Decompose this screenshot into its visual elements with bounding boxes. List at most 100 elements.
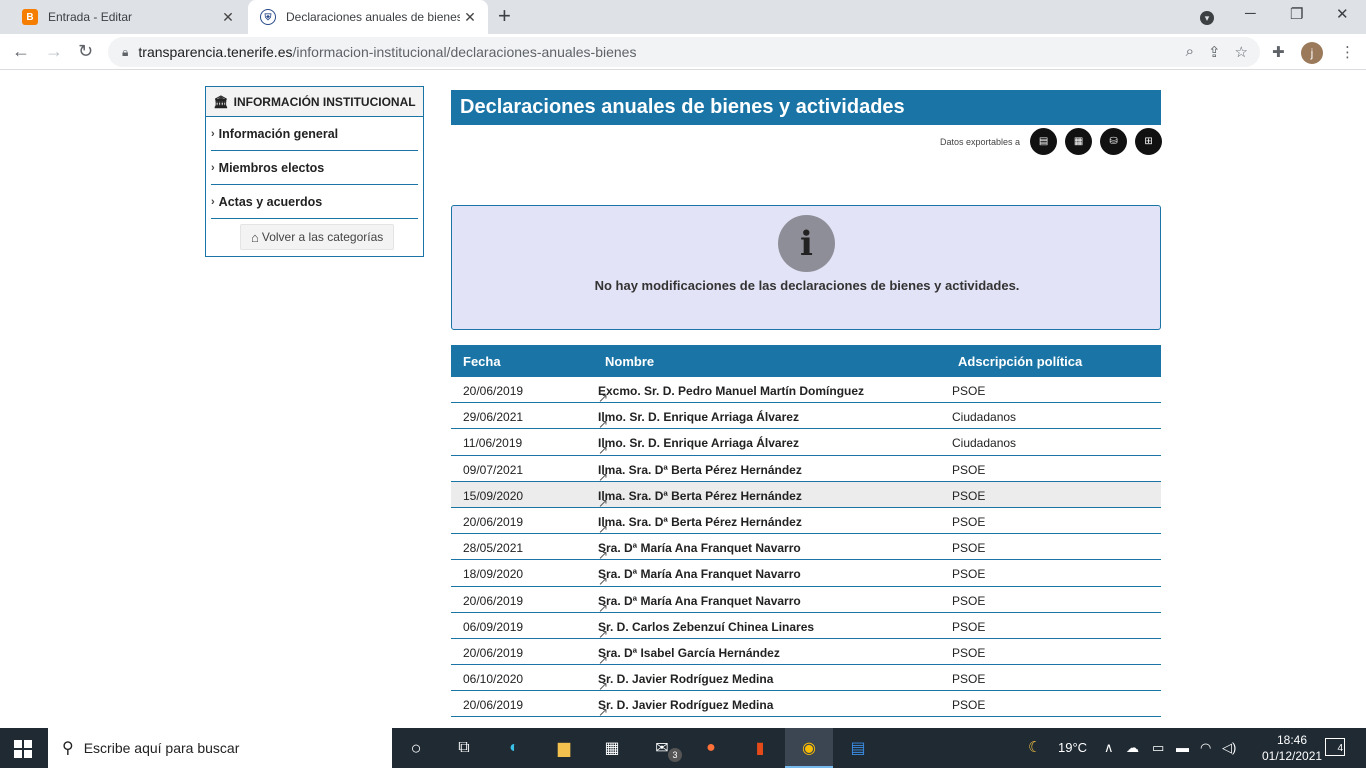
cell-nombre-link[interactable]: ↗ Ilmo. Sr. D. Enrique Arriaga Álvarez <box>598 410 799 431</box>
export-database-icon[interactable]: ⛁ <box>1100 128 1128 155</box>
taskbar-search-input[interactable]: ⚲ Escribe aquí para buscar <box>48 728 392 768</box>
close-tab-icon[interactable]: ✕ <box>218 9 238 26</box>
cell-adscripcion: Ciudadanos <box>952 410 1017 425</box>
cloud-icon[interactable]: ☁ <box>1126 740 1139 756</box>
close-tab-icon[interactable]: ✕ <box>460 9 480 26</box>
meet-now-icon[interactable]: ▭ <box>1152 740 1164 756</box>
table-row[interactable]: 15/09/2020 ↗ Ilma. Sra. Dª Berta Pérez Her… <box>451 481 1161 510</box>
wifi-icon[interactable]: ◠ <box>1200 740 1211 756</box>
share-icon[interactable]: ⇪ <box>1208 43 1221 61</box>
table-row[interactable]: 06/10/2020 ↗ Sr. D. Javier Rodríguez Medin… <box>451 665 1161 693</box>
weather-moon-icon[interactable]: ☾ <box>1028 738 1041 756</box>
info-icon: i <box>778 215 835 272</box>
battery-icon[interactable]: ▬ <box>1176 740 1189 755</box>
firefox-icon[interactable]: ● <box>699 737 723 759</box>
sidebar-heading-text: INFORMACIÓN INSTITUCIONAL <box>233 94 416 109</box>
windows-start-icon[interactable] <box>14 740 32 758</box>
cell-adscripcion: PSOE <box>952 384 986 398</box>
cell-fecha: 09/07/2021 <box>463 462 524 477</box>
table-row[interactable]: 20/06/2019 ↗ Sra. Dª Isabel García Hernánd… <box>451 639 1161 667</box>
cell-adscripcion: PSOE <box>952 488 986 503</box>
notification-center-icon[interactable]: 4 <box>1325 738 1345 756</box>
cell-nombre-link[interactable]: ↗ Sr. D. Carlos Zebenzuí Chinea Linares <box>598 620 814 641</box>
cell-adscripcion: PSOE <box>952 619 986 634</box>
bookmark-star-icon[interactable]: ☆ <box>1235 43 1248 61</box>
cell-fecha: 20/06/2019 <box>463 593 524 608</box>
cell-adscripcion: PSOE <box>952 541 986 556</box>
zoom-icon[interactable]: ⌕ <box>1186 43 1194 61</box>
export-tree-icon[interactable]: ⊞ <box>1135 128 1163 155</box>
sidebar-item-actas-acuerdos[interactable]: › Actas y acuerdos <box>211 185 418 219</box>
nombre-text: Sra. Dª Isabel García Hernández <box>598 645 780 660</box>
table-row[interactable]: 20/06/2019 ↗ Excmo. Sr. D. Pedro Manuel Ma… <box>451 377 1161 405</box>
task-view-icon[interactable]: ⧉ <box>452 737 476 759</box>
cell-nombre-link[interactable]: ↗ Sra. Dª María Ana Franquet Navarro <box>598 541 801 562</box>
weather-temperature[interactable]: 19°C <box>1058 740 1087 755</box>
address-bar[interactable]: 🔒︎ transparencia.tenerife.es/informacion… <box>108 37 1260 67</box>
close-window-button[interactable]: ✕ <box>1336 5 1349 23</box>
office-icon[interactable]: ▮ <box>748 737 772 759</box>
cell-nombre-link[interactable]: ↗ Sra. Dª Isabel García Hernández <box>598 645 780 667</box>
clock-date: 01/12/2021 <box>1262 749 1323 763</box>
store-icon[interactable]: ▦ <box>600 737 624 759</box>
cell-fecha: 29/06/2021 <box>463 410 524 425</box>
chrome-icon[interactable]: ◉ <box>797 737 821 759</box>
back-to-categories-button[interactable]: ⌂ Volver a las categorías <box>240 224 395 250</box>
column-header-fecha: Fecha <box>463 354 501 369</box>
table-row[interactable]: 18/09/2020 ↗ Sra. Dª María Ana Franquet Na… <box>451 560 1161 588</box>
institution-icon: 🏛︎ <box>213 94 229 109</box>
table-row[interactable]: 20/06/2019 ↗ Sra. Dª María Ana Franquet Na… <box>451 587 1161 615</box>
cell-fecha: 06/09/2019 <box>463 619 524 634</box>
sidebar-heading: 🏛︎ INFORMACIÓN INSTITUCIONAL <box>206 87 423 117</box>
edge-icon[interactable]: ◐ <box>502 737 526 759</box>
tab-search-icon[interactable]: ▾ <box>1200 8 1214 25</box>
cell-nombre-link[interactable]: ↗ Ilma. Sra. Dª Berta Pérez Hernández <box>598 515 802 536</box>
table-row[interactable]: 09/07/2021 ↗ Ilma. Sra. Dª Berta Pérez Her… <box>451 456 1161 484</box>
nombre-text: Ilma. Sra. Dª Berta Pérez Hernández <box>598 488 802 503</box>
document-app-icon[interactable]: ▤ <box>846 737 870 759</box>
reload-icon[interactable]: ↻ <box>78 41 93 62</box>
cortana-icon[interactable]: ○ <box>404 737 428 759</box>
back-arrow-icon[interactable]: ← <box>12 41 30 62</box>
tab-entrada-editar[interactable]: B Entrada - Editar ✕ <box>8 0 246 34</box>
export-csv-icon[interactable]: ▤ <box>1030 128 1058 155</box>
cell-nombre-link[interactable]: ↗ Ilma. Sra. Dª Berta Pérez Hernández <box>598 488 802 510</box>
blogger-icon: B <box>22 9 38 25</box>
cell-nombre-link[interactable]: ↗ Sra. Dª María Ana Franquet Navarro <box>598 567 801 588</box>
system-clock[interactable]: 18:46 01/12/2021 <box>1262 732 1322 764</box>
extensions-puzzle-icon[interactable]: ✚ <box>1272 43 1285 61</box>
forward-arrow-icon[interactable]: → <box>45 41 63 62</box>
table-row[interactable]: 06/09/2019 ↗ Sr. D. Carlos Zebenzuí Chinea… <box>451 613 1161 641</box>
chevron-up-icon[interactable]: ∧ <box>1104 740 1114 756</box>
cell-nombre-link[interactable]: ↗ Sra. Dª María Ana Franquet Navarro <box>598 594 801 615</box>
sidebar-item-informacion-general[interactable]: › Información general <box>211 117 418 151</box>
cell-nombre-link[interactable]: ↗ Sr. D. Javier Rodríguez Medina <box>598 672 773 693</box>
table-row[interactable]: 29/06/2021 ↗ Ilmo. Sr. D. Enrique Arriaga … <box>451 403 1161 431</box>
sidebar-item-miembros-electos[interactable]: › Miembros electos <box>211 151 418 185</box>
cell-fecha: 15/09/2020 <box>463 488 524 503</box>
minimize-button[interactable]: ─ <box>1245 5 1256 22</box>
tab-declaraciones[interactable]: ⛨ Declaraciones anuales de bienes ✕ <box>248 0 488 34</box>
cell-fecha: 28/05/2021 <box>463 541 524 556</box>
volume-icon[interactable]: ◁) <box>1222 740 1236 756</box>
nombre-text: Sr. D. Javier Rodríguez Medina <box>598 698 774 713</box>
table-row[interactable] <box>451 717 1161 728</box>
new-tab-button[interactable]: + <box>498 5 511 27</box>
chevron-right-icon: › <box>211 195 215 208</box>
table-row[interactable]: 20/06/2019 ↗ Sr. D. Javier Rodríguez Medin… <box>451 691 1161 719</box>
browser-menu-icon[interactable]: ⋮ <box>1340 43 1355 61</box>
cell-nombre-link[interactable]: ↗ Sr. D. Javier Rodríguez Medina <box>598 698 774 719</box>
page-title: Declaraciones anuales de bienes y activi… <box>451 90 1161 125</box>
table-row[interactable]: 20/06/2019 ↗ Ilma. Sra. Dª Berta Pérez Her… <box>451 508 1161 536</box>
chevron-right-icon: › <box>211 161 215 174</box>
cell-nombre-link[interactable]: ↗ Ilmo. Sr. D. Enrique Arriaga Álvarez <box>598 436 799 457</box>
maximize-button[interactable]: ❐ <box>1290 5 1303 23</box>
file-explorer-icon[interactable]: ▆ <box>552 737 576 759</box>
profile-avatar[interactable]: j <box>1301 42 1323 64</box>
cell-nombre-link[interactable]: ↗ Ilma. Sra. Dª Berta Pérez Hernández <box>598 463 802 484</box>
cell-nombre-link[interactable]: ↗ Excmo. Sr. D. Pedro Manuel Martín Domín… <box>598 384 864 405</box>
table-row[interactable]: 11/06/2019 ↗ Ilmo. Sr. D. Enrique Arriaga … <box>451 429 1161 457</box>
sidebar-item-label: Información general <box>218 126 339 141</box>
export-sheet-icon[interactable]: ▦ <box>1065 128 1093 155</box>
table-row[interactable]: 28/05/2021 ↗ Sra. Dª María Ana Franquet Na… <box>451 534 1161 562</box>
